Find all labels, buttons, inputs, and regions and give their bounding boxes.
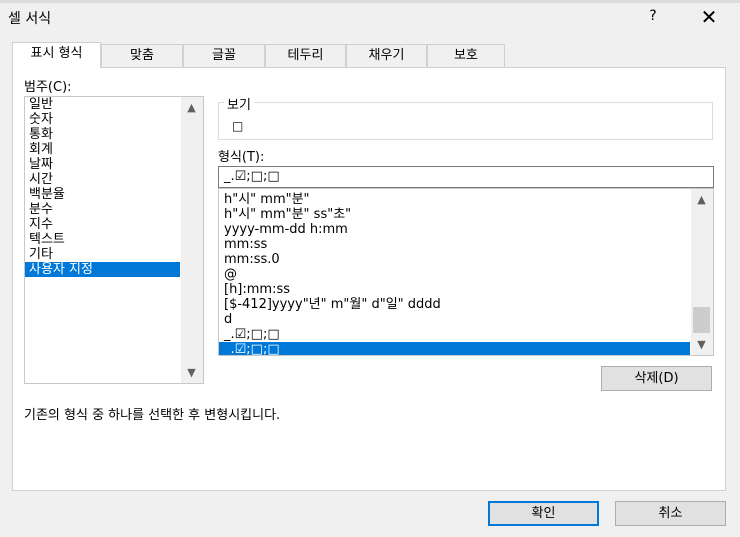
category-label: 범주(C):: [24, 80, 72, 95]
format-item[interactable]: h"시" mm"분" ss"초": [219, 207, 713, 222]
category-item[interactable]: 분수: [25, 202, 203, 217]
tab-fill[interactable]: 채우기: [346, 44, 427, 68]
close-button[interactable]: ✕: [686, 2, 732, 32]
window-top-strip: [0, 0, 740, 3]
tab-font[interactable]: 글꼴: [183, 44, 265, 68]
format-item[interactable]: yyyy-mm-dd h:mm: [219, 222, 713, 237]
category-item[interactable]: 시간: [25, 172, 203, 187]
dialog-title: 셀 서식: [8, 11, 52, 27]
category-item[interactable]: 일반: [25, 97, 203, 112]
category-item[interactable]: 기타: [25, 247, 203, 262]
format-item[interactable]: [$-412]yyyy"년" m"월" d"일" dddd: [219, 297, 713, 312]
description-text: 기존의 형식 중 하나를 선택한 후 변형시킵니다.: [24, 408, 281, 423]
format-item[interactable]: mm:ss: [219, 237, 713, 252]
tab-border[interactable]: 테두리: [265, 44, 346, 68]
scroll-thumb[interactable]: [693, 307, 710, 333]
format-item[interactable]: [h]:mm:ss: [219, 282, 713, 297]
format-items: h"시" mm"분" h"시" mm"분" ss"초" yyyy-mm-dd h:m…: [219, 189, 713, 355]
category-item[interactable]: 백분율: [25, 187, 203, 202]
sample-group: [218, 102, 713, 140]
tab-alignment[interactable]: 맞춤: [101, 44, 183, 68]
format-item[interactable]: h"시" mm"분": [219, 192, 713, 207]
category-list[interactable]: 일반 숫자 통화 회계 날짜 시간 백분율 분수 지수 텍스트 기타 사용자 지정 ▲ ▼: [24, 96, 204, 384]
category-item[interactable]: 숫자: [25, 112, 203, 127]
format-label: 형식(T):: [218, 150, 265, 165]
format-item[interactable]: d: [219, 312, 713, 327]
format-item[interactable]: mm:ss.0: [219, 252, 713, 267]
format-item[interactable]: @: [219, 267, 713, 282]
sample-legend: 보기: [224, 94, 254, 113]
tab-number[interactable]: 표시 형식: [12, 42, 101, 68]
format-item[interactable]: _.☑;□;□: [219, 327, 713, 342]
format-scrollbar[interactable]: ▲ ▼: [691, 189, 713, 355]
cancel-button[interactable]: 취소: [615, 501, 726, 526]
chevron-up-icon[interactable]: ▲: [693, 191, 710, 208]
category-item[interactable]: 통화: [25, 127, 203, 142]
category-item[interactable]: 회계: [25, 142, 203, 157]
category-item[interactable]: 사용자 지정: [25, 262, 180, 277]
category-item[interactable]: 지수: [25, 217, 203, 232]
format-input[interactable]: _.☑;□;□: [218, 166, 714, 188]
sample-value: □: [232, 119, 244, 133]
chevron-down-icon[interactable]: ▼: [183, 364, 200, 381]
category-item[interactable]: 날짜: [25, 157, 203, 172]
category-items: 일반 숫자 통화 회계 날짜 시간 백분율 분수 지수 텍스트 기타 사용자 지정: [25, 97, 203, 277]
close-icon: ✕: [700, 5, 718, 29]
ok-button[interactable]: 확인: [488, 501, 599, 526]
chevron-down-icon[interactable]: ▼: [693, 336, 710, 353]
category-item[interactable]: 텍스트: [25, 232, 203, 247]
category-scrollbar[interactable]: ▲ ▼: [181, 97, 203, 383]
chevron-up-icon[interactable]: ▲: [183, 99, 200, 116]
delete-button[interactable]: 삭제(D): [601, 366, 712, 391]
help-button[interactable]: ?: [645, 8, 661, 24]
format-item[interactable]: _.☑;□;□: [219, 342, 690, 355]
tab-protection[interactable]: 보호: [427, 44, 505, 68]
format-list[interactable]: h"시" mm"분" h"시" mm"분" ss"초" yyyy-mm-dd h:m…: [218, 188, 714, 356]
